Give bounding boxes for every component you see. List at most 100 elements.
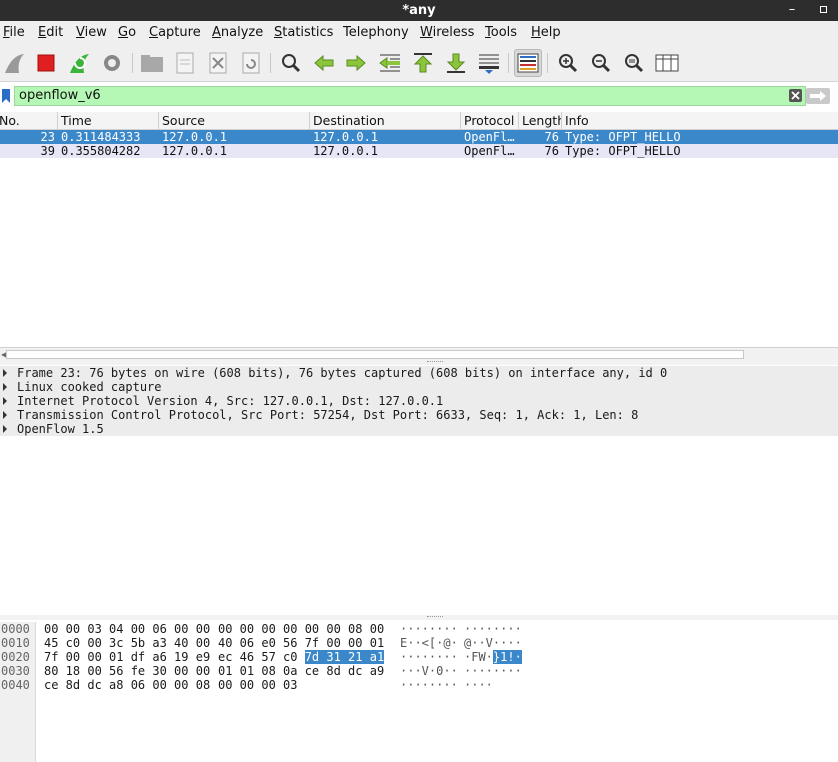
minimize-button[interactable]: – <box>784 0 800 21</box>
reload-file-button[interactable] <box>237 49 265 77</box>
go-forward-button[interactable] <box>342 49 370 77</box>
menu-statistics[interactable]: Statistics <box>274 25 333 40</box>
restart-icon <box>70 54 89 73</box>
zoom-out-button[interactable] <box>587 49 615 77</box>
expand-arrow-icon[interactable] <box>3 383 7 391</box>
menu-help[interactable]: Help <box>531 25 561 40</box>
bytes-hex[interactable]: 00 00 00 03 <box>218 678 297 692</box>
packet-list-hscrollbar[interactable]: ◀ <box>0 347 838 360</box>
zoom-in-button[interactable] <box>554 49 582 77</box>
bytes-ascii[interactable]: ········ <box>464 664 522 678</box>
column-destination[interactable]: Destination <box>310 112 461 130</box>
packet-row[interactable]: 39 0.355804282 127.0.0.1 127.0.0.1 OpenF… <box>0 144 838 158</box>
bytes-hex[interactable]: 40 06 e0 56 7f 00 00 01 <box>218 636 384 650</box>
pane-splitter[interactable] <box>0 360 838 365</box>
clear-filter-button[interactable] <box>789 89 802 102</box>
detail-row-linux-cooked[interactable]: Linux cooked capture <box>0 380 838 394</box>
apply-filter-button[interactable] <box>806 88 830 104</box>
bytes-ascii[interactable]: ········ <box>400 650 458 664</box>
go-back-button[interactable] <box>310 49 338 77</box>
column-length[interactable]: Length <box>519 112 562 130</box>
autoscroll-button[interactable] <box>475 49 503 77</box>
column-protocol[interactable]: Protocol <box>461 112 519 130</box>
last-packet-icon <box>446 53 466 73</box>
menu-analyze[interactable]: Analyze <box>212 25 263 40</box>
close-file-icon <box>209 52 227 74</box>
reload-icon <box>242 52 260 74</box>
detail-row-frame[interactable]: Frame 23: 76 bytes on wire (608 bits), 7… <box>0 366 838 380</box>
first-packet-icon <box>413 53 433 73</box>
column-info[interactable]: Info <box>562 112 838 130</box>
pane-splitter[interactable] <box>0 615 838 620</box>
restart-capture-button[interactable] <box>65 49 93 77</box>
bytes-ascii[interactable]: @··V···· <box>464 636 522 650</box>
capture-options-button[interactable] <box>98 49 126 77</box>
bytes-ascii[interactable]: ········ <box>464 622 522 636</box>
menu-telephony[interactable]: Telephony <box>343 25 409 40</box>
column-source[interactable]: Source <box>159 112 310 130</box>
menu-wireless[interactable]: Wireless <box>420 25 474 40</box>
packet-no: 39 <box>40 144 55 158</box>
bytes-ascii[interactable]: ·FW·}1!· <box>464 650 522 664</box>
close-file-button[interactable] <box>204 49 232 77</box>
packet-source: 127.0.0.1 <box>162 144 228 158</box>
expand-arrow-icon[interactable] <box>3 425 7 433</box>
display-filter-bar: openflow_v6 <box>0 86 838 106</box>
menu-tools[interactable]: Tools <box>485 25 517 40</box>
find-packet-button[interactable] <box>277 49 305 77</box>
bytes-ascii[interactable]: E··<[·@· <box>400 636 458 650</box>
bookmark-icon[interactable] <box>1 88 11 104</box>
expand-arrow-icon[interactable] <box>3 369 7 377</box>
packet-source: 127.0.0.1 <box>162 130 228 144</box>
first-packet-button[interactable] <box>409 49 437 77</box>
bytes-offset: 0020 <box>1 650 30 664</box>
bytes-ascii[interactable]: ···· <box>464 678 493 692</box>
bytes-hex[interactable]: 00 00 03 04 00 06 00 00 <box>44 622 210 636</box>
bytes-ascii[interactable]: ········ <box>400 678 458 692</box>
bytes-ascii[interactable]: ········ <box>400 622 458 636</box>
column-time[interactable]: Time <box>58 112 159 130</box>
bytes-hex[interactable]: 01 01 08 0a ce 8d dc a9 <box>218 664 384 678</box>
zoom-normal-button[interactable] <box>620 49 648 77</box>
bytes-hex[interactable]: 00 00 00 00 00 00 08 00 <box>218 622 384 636</box>
packet-no: 23 <box>40 130 55 144</box>
bytes-offset: 0000 <box>1 622 30 636</box>
go-to-packet-icon <box>379 54 400 72</box>
colorize-button[interactable] <box>514 49 542 77</box>
start-capture-button[interactable] <box>0 49 28 77</box>
expand-arrow-icon[interactable] <box>3 397 7 405</box>
save-file-button[interactable] <box>171 49 199 77</box>
bytes-hex[interactable]: ec 46 57 c0 7d 31 21 a1 <box>218 650 385 664</box>
arrow-right-icon <box>810 91 826 101</box>
bytes-hex[interactable]: 45 c0 00 3c 5b a3 40 00 <box>44 636 210 650</box>
display-filter-input[interactable]: openflow_v6 <box>14 86 806 106</box>
autoscroll-icon <box>479 54 499 74</box>
detail-row-tcp[interactable]: Transmission Control Protocol, Src Port:… <box>0 408 838 422</box>
stop-capture-button[interactable] <box>32 49 60 77</box>
detail-row-openflow[interactable]: OpenFlow 1.5 <box>0 422 838 436</box>
zoom-in-icon <box>559 54 578 73</box>
bytes-ascii[interactable]: ···V·0·· <box>400 664 458 678</box>
detail-row-ipv4[interactable]: Internet Protocol Version 4, Src: 127.0.… <box>0 394 838 408</box>
menu-go[interactable]: Go <box>118 25 136 40</box>
zoom-normal-icon <box>625 54 644 73</box>
menu-view[interactable]: View <box>76 25 107 40</box>
bytes-hex[interactable]: ce 8d dc a8 06 00 00 08 <box>44 678 210 692</box>
expand-arrow-icon[interactable] <box>3 411 7 419</box>
last-packet-button[interactable] <box>442 49 470 77</box>
go-forward-icon <box>346 54 366 72</box>
maximize-button[interactable] <box>815 0 831 21</box>
menu-file[interactable]: File <box>3 25 25 40</box>
go-to-packet-button[interactable] <box>376 49 404 77</box>
column-no[interactable]: No. <box>0 112 58 130</box>
bytes-hex[interactable]: 7f 00 00 01 df a6 19 e9 <box>44 650 210 664</box>
menu-capture[interactable]: Capture <box>149 25 201 40</box>
menu-bar: File Edit View Go Capture Analyze Statis… <box>0 21 838 44</box>
bytes-hex[interactable]: 80 18 00 56 fe 30 00 00 <box>44 664 210 678</box>
open-file-button[interactable] <box>138 49 166 77</box>
menu-edit[interactable]: Edit <box>38 25 63 40</box>
resize-columns-button[interactable] <box>653 49 681 77</box>
packet-protocol: OpenFl… <box>464 144 515 158</box>
packet-row[interactable]: 23 0.311484333 127.0.0.1 127.0.0.1 OpenF… <box>0 130 838 144</box>
scroll-thumb[interactable] <box>6 350 744 359</box>
